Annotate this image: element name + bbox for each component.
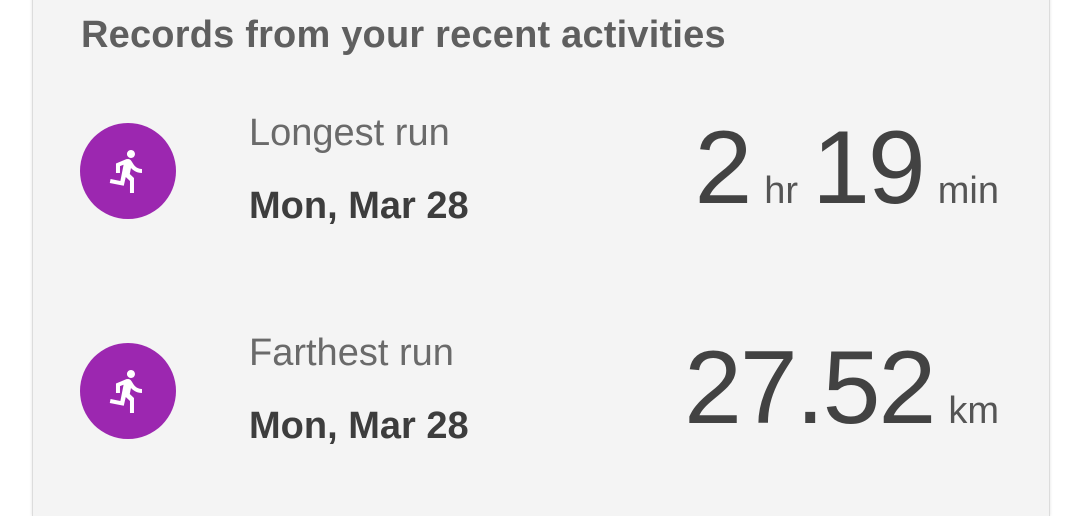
minutes-value: 19 <box>812 110 926 226</box>
running-person-icon <box>80 343 176 439</box>
record-row-farthest-run[interactable]: Farthest run Mon, Mar 28 27.52 km <box>0 328 1080 458</box>
running-person-icon <box>80 123 176 219</box>
hours-value: 2 <box>694 110 752 226</box>
card-title: Records from your recent activities <box>81 14 726 56</box>
hours-unit: hr <box>764 170 799 212</box>
record-value: 2 hr 19 min <box>694 108 999 228</box>
distance-unit: km <box>948 390 999 432</box>
record-date: Mon, Mar 28 <box>249 185 469 227</box>
record-value: 27.52 km <box>684 328 999 448</box>
record-name: Farthest run <box>249 332 454 374</box>
distance-value: 27.52 <box>684 330 936 446</box>
record-row-longest-run[interactable]: Longest run Mon, Mar 28 2 hr 19 min <box>0 108 1080 238</box>
record-name: Longest run <box>249 112 450 154</box>
record-date: Mon, Mar 28 <box>249 405 469 447</box>
minutes-unit: min <box>937 170 999 212</box>
